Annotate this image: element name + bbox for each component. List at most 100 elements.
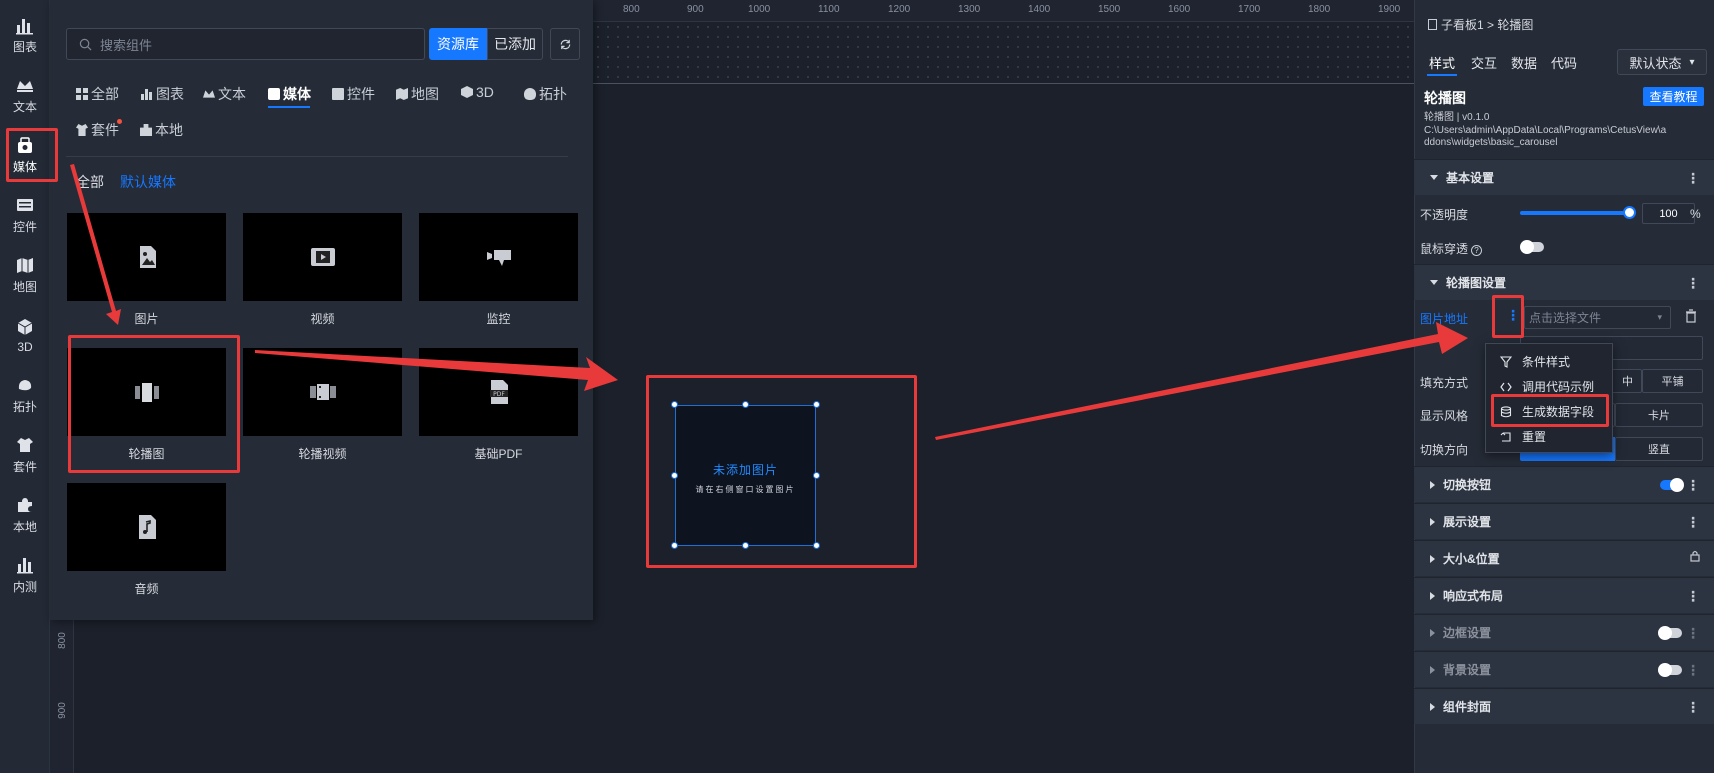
section-switch-button[interactable]: 切换按钮 ⋮	[1414, 466, 1714, 502]
category-media[interactable]: 媒体	[268, 84, 311, 104]
nav-beta[interactable]: 内测	[0, 546, 50, 604]
added-button[interactable]: 已添加	[487, 28, 543, 60]
card-label: 视频	[310, 312, 335, 326]
card-carousel-video[interactable]	[243, 348, 402, 436]
more-icon[interactable]: ⋮	[1686, 275, 1700, 292]
more-icon[interactable]: ⋮	[1686, 625, 1700, 642]
more-icon[interactable]: ⋮	[1686, 170, 1700, 187]
section-carousel[interactable]: 轮播图设置 ⋮	[1414, 264, 1714, 300]
file-select[interactable]: 点击选择文件 ▾	[1524, 306, 1671, 329]
background-toggle[interactable]	[1658, 663, 1682, 677]
left-nav-bar: 图表 文本 媒体 控件 地图 3D 拓扑 套件 本地 内测	[0, 0, 50, 773]
style-option-card[interactable]: 卡片	[1615, 403, 1703, 427]
state-select[interactable]: 默认状态 ▾	[1617, 49, 1707, 75]
video-icon	[310, 248, 335, 266]
category-control[interactable]: 控件	[332, 84, 375, 104]
tab-data[interactable]: 数据	[1511, 53, 1537, 72]
section-basic[interactable]: 基本设置 ⋮	[1414, 159, 1714, 195]
nav-kit[interactable]: 套件	[0, 426, 50, 484]
card-video[interactable]	[243, 213, 402, 301]
breadcrumb-parent[interactable]: 子看板1	[1441, 18, 1484, 32]
card-monitor[interactable]	[419, 213, 578, 301]
resource-library-button[interactable]: 资源库	[429, 28, 487, 60]
trash-icon[interactable]	[1685, 309, 1697, 323]
border-toggle[interactable]	[1658, 626, 1682, 640]
ruler-tick: 1500	[1098, 4, 1121, 15]
tab-interaction[interactable]: 交互	[1471, 53, 1497, 72]
ruler-tick: 1000	[748, 4, 771, 15]
section-responsive[interactable]: 响应式布局 ⋮	[1414, 577, 1714, 613]
card-label: 轮播视频	[298, 447, 347, 461]
ruler-tick: 800	[623, 4, 640, 15]
section-title: 大小&位置	[1443, 552, 1500, 566]
category-label: 拓扑	[539, 86, 567, 102]
category-map[interactable]: 地图	[396, 84, 439, 104]
nav-map[interactable]: 地图	[0, 246, 50, 304]
category-local[interactable]: 本地	[140, 120, 183, 140]
control-icon	[17, 199, 33, 211]
more-icon[interactable]: ⋮	[1686, 588, 1700, 605]
nav-control[interactable]: 控件	[0, 186, 50, 244]
nav-chart[interactable]: 图表	[0, 6, 50, 64]
kit-icon	[76, 124, 88, 136]
media-icon	[268, 88, 280, 100]
more-icon[interactable]: ⋮	[1686, 699, 1700, 716]
category-label: 全部	[91, 86, 119, 102]
menu-item-label: 调用代码示例	[1522, 380, 1595, 394]
ruler-tick: 1700	[1238, 4, 1261, 15]
lock-icon[interactable]	[1690, 549, 1700, 565]
section-title: 基本设置	[1446, 171, 1495, 185]
section-title: 展示设置	[1443, 515, 1492, 529]
category-text[interactable]: 文本	[203, 84, 246, 104]
direction-option-vertical[interactable]: 竖直	[1615, 437, 1703, 461]
menu-item-reset[interactable]: 重置	[1500, 428, 1546, 445]
more-icon[interactable]: ⋮	[1686, 514, 1700, 531]
opacity-slider-track[interactable]	[1520, 211, 1630, 215]
menu-item-code-example[interactable]: 调用代码示例	[1500, 378, 1594, 395]
menu-item-conditional-style[interactable]: 条件样式	[1500, 353, 1570, 370]
card-image[interactable]	[67, 213, 226, 301]
search-input[interactable]: 搜索组件	[66, 28, 425, 60]
category-3d[interactable]: 3D	[461, 84, 494, 100]
nav-topology[interactable]: 拓扑	[0, 366, 50, 424]
mouse-through-toggle[interactable]	[1520, 240, 1544, 254]
opacity-input[interactable]: 100	[1642, 203, 1695, 224]
nav-3d[interactable]: 3D	[0, 306, 50, 364]
opacity-slider-handle[interactable]	[1623, 206, 1636, 219]
section-title: 边框设置	[1443, 626, 1492, 640]
breadcrumb: 子看板1 > 轮播图	[1428, 16, 1533, 33]
cube-icon	[17, 318, 33, 335]
nav-text[interactable]: 文本	[0, 66, 50, 124]
section-display[interactable]: 展示设置 ⋮	[1414, 503, 1714, 539]
help-icon[interactable]: ?	[1471, 245, 1483, 256]
section-size-position[interactable]: 大小&位置	[1414, 540, 1714, 576]
chart-icon	[141, 88, 153, 100]
section-cover[interactable]: 组件封面 ⋮	[1414, 688, 1714, 724]
ruler-tick: 900	[56, 702, 68, 719]
tab-code[interactable]: 代码	[1551, 53, 1577, 72]
view-tutorial-button[interactable]: 查看教程	[1643, 87, 1704, 106]
card-audio[interactable]	[67, 483, 226, 571]
more-icon[interactable]: ⋮	[1686, 662, 1700, 679]
category-all[interactable]: 全部	[76, 84, 119, 104]
puzzle-icon	[140, 124, 152, 136]
card-pdf[interactable]: PDF	[419, 348, 578, 436]
fill-option-tile[interactable]: 平铺	[1642, 369, 1703, 393]
switch-button-toggle[interactable]	[1660, 478, 1684, 492]
section-border[interactable]: 边框设置 ⋮	[1414, 614, 1714, 650]
nav-label: 拓扑	[12, 400, 37, 414]
category-topology[interactable]: 拓扑	[524, 84, 567, 104]
tab-style[interactable]: 样式	[1429, 53, 1455, 72]
nav-local[interactable]: 本地	[0, 486, 50, 544]
category-chart[interactable]: 图表	[141, 84, 184, 104]
ruler-tick: 1600	[1168, 4, 1191, 15]
refresh-button[interactable]	[550, 28, 580, 60]
subtab-default-media[interactable]: 默认媒体	[120, 172, 176, 192]
category-kit[interactable]: 套件	[76, 120, 119, 140]
beta-icon	[17, 558, 33, 574]
subtab-all[interactable]: 全部	[76, 172, 104, 192]
section-background[interactable]: 背景设置 ⋮	[1414, 651, 1714, 687]
more-icon[interactable]: ⋮	[1686, 477, 1700, 494]
section-title: 轮播图设置	[1446, 276, 1507, 290]
caret-down-icon	[1430, 280, 1438, 285]
